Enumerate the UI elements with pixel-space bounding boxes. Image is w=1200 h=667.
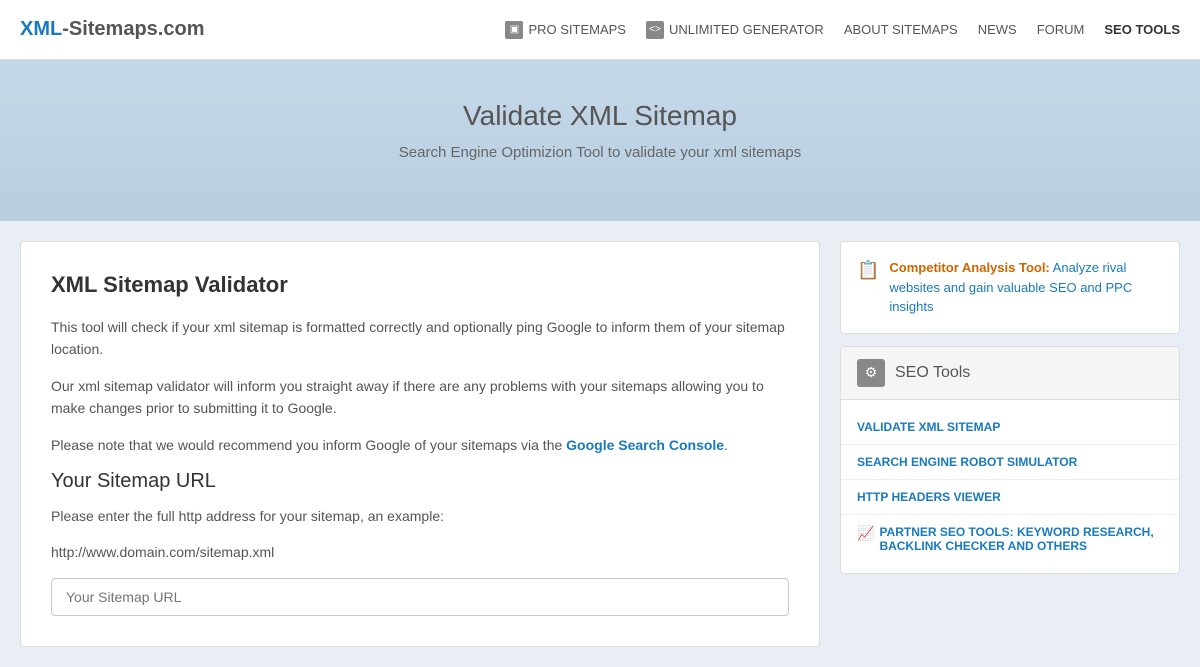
logo-rest: -Sitemaps.com xyxy=(62,18,204,40)
code-icon: <> xyxy=(646,21,664,39)
hero-section: Validate XML Sitemap Search Engine Optim… xyxy=(0,60,1200,221)
sitemap-url-heading: Your Sitemap URL xyxy=(51,470,789,493)
seo-tools-links: VALIDATE XML SITEMAP SEARCH ENGINE ROBOT… xyxy=(841,400,1179,573)
competitor-box: 📋 Competitor Analysis Tool: Analyze riva… xyxy=(840,241,1180,334)
validator-desc2: Our xml sitemap validator will inform yo… xyxy=(51,375,789,420)
nav-pro-sitemaps-label: PRO SITEMAPS xyxy=(528,22,626,37)
seo-tool-http-headers[interactable]: HTTP HEADERS VIEWER xyxy=(841,480,1179,515)
seo-tools-box: ⚙ SEO Tools VALIDATE XML SITEMAP SEARCH … xyxy=(840,346,1180,574)
sitemap-url-section: Your Sitemap URL Please enter the full h… xyxy=(51,470,789,616)
seo-tool-partner[interactable]: 📈 PARTNER SEO TOOLS: KEYWORD RESEARCH, B… xyxy=(841,515,1179,563)
content-area: XML Sitemap Validator This tool will che… xyxy=(20,221,1180,647)
sitemap-url-desc: Please enter the full http address for y… xyxy=(51,505,789,527)
nav-forum[interactable]: FORUM xyxy=(1037,22,1085,37)
nav-news-label: NEWS xyxy=(978,22,1017,37)
right-panel: 📋 Competitor Analysis Tool: Analyze riva… xyxy=(840,241,1180,647)
gear-icon: ⚙ xyxy=(857,359,885,387)
nav-about-sitemaps[interactable]: ABOUT SITEMAPS xyxy=(844,22,958,37)
validator-heading: XML Sitemap Validator xyxy=(51,272,789,298)
seo-tool-robot-simulator[interactable]: SEARCH ENGINE ROBOT SIMULATOR xyxy=(841,445,1179,480)
nav-forum-label: FORUM xyxy=(1037,22,1085,37)
seo-tool-validate-xml[interactable]: VALIDATE XML SITEMAP xyxy=(841,410,1179,445)
nav-seo-tools[interactable]: SEO TOOLS xyxy=(1104,22,1180,37)
seo-tools-heading: SEO Tools xyxy=(895,364,970,382)
validator-desc3-pre: Please note that we would recommend you … xyxy=(51,437,566,453)
hero-subtitle: Search Engine Optimizion Tool to validat… xyxy=(20,144,1180,161)
external-link-icon: 📋 xyxy=(857,260,879,281)
validator-panel: XML Sitemap Validator This tool will che… xyxy=(20,241,820,647)
main-wrapper: XML Sitemap Validator This tool will che… xyxy=(0,221,1200,667)
competitor-text: Competitor Analysis Tool: Analyze rival … xyxy=(889,258,1163,317)
nav-seo-label: SEO TOOLS xyxy=(1104,22,1180,37)
validator-desc1: This tool will check if your xml sitemap… xyxy=(51,316,789,361)
validator-desc3: Please note that we would recommend you … xyxy=(51,434,789,456)
page-title: Validate XML Sitemap xyxy=(20,100,1180,132)
google-search-console-link[interactable]: Google Search Console xyxy=(566,437,724,453)
seo-tool-partner-label: PARTNER SEO TOOLS: KEYWORD RESEARCH, BAC… xyxy=(879,525,1163,553)
nav-news[interactable]: NEWS xyxy=(978,22,1017,37)
validator-desc3-post: . xyxy=(724,437,728,453)
trend-icon: 📈 xyxy=(857,525,874,542)
nav-unlimited-label: UNLIMITED GENERATOR xyxy=(669,22,824,37)
main-nav: ▣ PRO SITEMAPS <> UNLIMITED GENERATOR AB… xyxy=(505,21,1180,39)
sitemap-url-input[interactable] xyxy=(51,578,789,616)
site-logo[interactable]: XML-Sitemaps.com xyxy=(20,18,204,41)
seo-tools-header: ⚙ SEO Tools xyxy=(841,347,1179,400)
nav-pro-sitemaps[interactable]: ▣ PRO SITEMAPS xyxy=(505,21,626,39)
box-icon: ▣ xyxy=(505,21,523,39)
site-header: XML-Sitemaps.com ▣ PRO SITEMAPS <> UNLIM… xyxy=(0,0,1200,60)
logo-xml: XML xyxy=(20,18,62,40)
sitemap-url-example: http://www.domain.com/sitemap.xml xyxy=(51,541,789,563)
nav-unlimited-generator[interactable]: <> UNLIMITED GENERATOR xyxy=(646,21,824,39)
competitor-label: Competitor Analysis Tool: xyxy=(889,260,1049,275)
nav-about-label: ABOUT SITEMAPS xyxy=(844,22,958,37)
